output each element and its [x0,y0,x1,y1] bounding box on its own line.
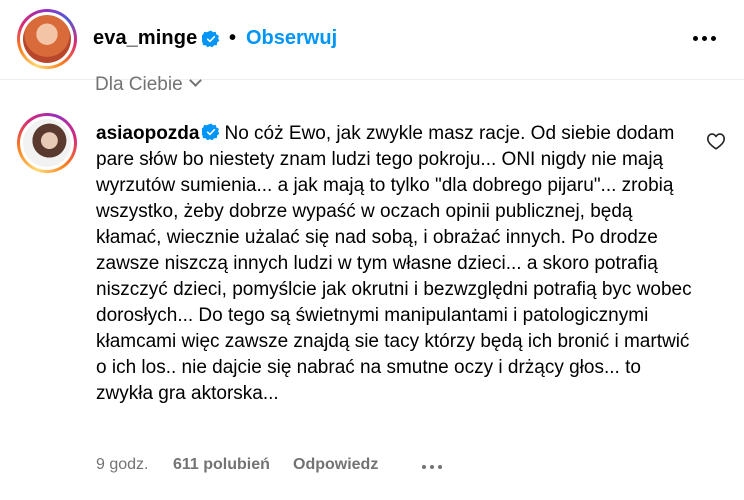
author-username[interactable]: eva_minge [93,27,197,50]
comment-more-options-icon[interactable] [420,462,446,472]
likes-count[interactable]: 611 polubień [173,456,270,474]
chevron-down-icon [188,74,202,87]
comment-body: asiaopozda No cóż Ewo, jak zwykle masz r… [96,121,696,407]
comment-time: 9 godz. [96,456,149,473]
more-options-icon[interactable] [690,26,720,50]
comment-filter-dropdown[interactable]: Dla Ciebie [95,74,202,96]
commenter-avatar-image [23,119,71,167]
commenter-username[interactable]: asiaopozda [96,123,199,144]
follow-button[interactable]: Obserwuj [246,27,337,50]
comment-text: No cóż Ewo, jak zwykle masz racje. Od si… [96,123,692,404]
filter-label: Dla Ciebie [95,74,183,95]
heart-outline-icon[interactable] [706,132,726,150]
commenter-avatar[interactable] [17,113,77,173]
author-avatar-image [23,15,71,63]
author-avatar[interactable] [17,9,77,69]
separator-dot: • [229,27,237,49]
verified-badge-icon [202,123,220,141]
verified-badge-icon [202,30,220,48]
reply-button[interactable]: Odpowiedz [293,456,378,474]
